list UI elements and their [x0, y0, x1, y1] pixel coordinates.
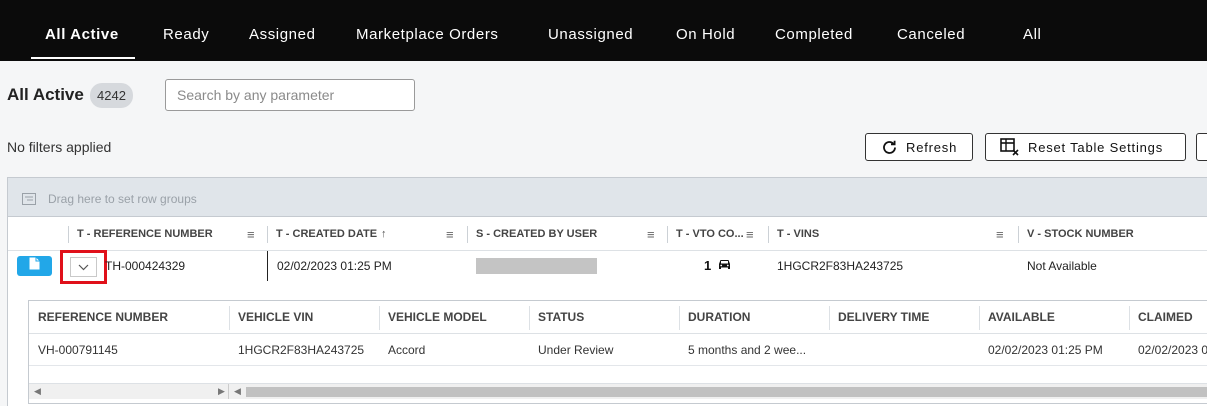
more-button[interactable]: [1196, 133, 1207, 161]
table-reset-icon: [1000, 138, 1020, 156]
detail-cell-available: 02/02/2023 01:25 PM: [988, 343, 1103, 357]
refresh-button[interactable]: Refresh: [865, 133, 973, 161]
tab-ready[interactable]: Ready: [163, 0, 209, 61]
count-badge: 4242: [90, 83, 133, 108]
tab-completed[interactable]: Completed: [775, 0, 853, 61]
car-icon: [711, 251, 732, 281]
column-header-label: T - VINS: [777, 228, 820, 240]
reset-table-settings-button[interactable]: Reset Table Settings: [985, 133, 1186, 161]
tab-unassigned[interactable]: Unassigned: [548, 0, 633, 61]
tab-assigned[interactable]: Assigned: [249, 0, 316, 61]
pinned-scroll-area: ◀ ▶: [29, 384, 229, 399]
column-menu-icon[interactable]: ≡: [247, 218, 255, 251]
detail-cell-vehicle-vin: 1HGCR2F83HA243725: [238, 343, 365, 357]
chevron-down-icon: [78, 258, 89, 276]
tab-on-hold[interactable]: On Hold: [676, 0, 735, 61]
detail-column-vehicle-vin[interactable]: VEHICLE VIN: [229, 301, 313, 334]
detail-column-reference-number[interactable]: REFERENCE NUMBER: [29, 301, 168, 334]
sort-ascending-icon: ↑: [381, 228, 387, 240]
refresh-icon: [881, 139, 898, 156]
cell-vto-count: 1: [704, 251, 732, 281]
column-header-label: T - CREATED DATE: [276, 228, 378, 240]
scroll-right-icon[interactable]: ▶: [218, 386, 225, 397]
cell-vins: 1HGCR2F83HA243725: [777, 259, 904, 273]
detail-header: REFERENCE NUMBER VEHICLE VIN VEHICLE MOD…: [29, 301, 1207, 334]
column-menu-icon[interactable]: ≡: [647, 218, 655, 251]
detail-cell-vehicle-model: Accord: [388, 343, 426, 357]
detail-column-available[interactable]: AVAILABLE: [979, 301, 1055, 334]
column-header-vto-count[interactable]: T - VTO CO...: [668, 218, 744, 251]
document-icon: [29, 257, 40, 275]
expand-row-inner: [70, 257, 97, 277]
document-button[interactable]: [17, 256, 52, 276]
column-header-stock-number[interactable]: V - STOCK NUMBER: [1019, 218, 1134, 251]
row-group-icon: [22, 192, 36, 210]
scrollbar-thumb[interactable]: [246, 387, 1207, 397]
column-header-label: S - CREATED BY USER: [476, 228, 598, 240]
cell-created-date: 02/02/2023 01:25 PM: [277, 259, 392, 273]
detail-cell-delivery-time: [829, 334, 838, 366]
column-header-vins[interactable]: T - VINS: [769, 218, 819, 251]
grid-header: T - REFERENCE NUMBER ≡ T - CREATED DATE ↑…: [8, 218, 1207, 251]
tab-marketplace-orders[interactable]: Marketplace Orders: [356, 0, 499, 61]
vto-count-value: 1: [704, 258, 712, 273]
search-input[interactable]: [165, 79, 415, 111]
horizontal-scrollbar[interactable]: ◀ ▶ ◀: [29, 383, 1207, 399]
top-nav: All Active Ready Assigned Marketplace Or…: [0, 0, 1207, 61]
cell-stock-number: Not Available: [1027, 259, 1097, 273]
refresh-label: Refresh: [906, 139, 958, 155]
row-group-panel[interactable]: Drag here to set row groups: [8, 178, 1207, 217]
column-header-label: V - STOCK NUMBER: [1027, 228, 1134, 240]
orders-grid: Drag here to set row groups T - REFERENC…: [7, 177, 1207, 406]
detail-cell-reference-number: VH-000791145: [38, 343, 118, 357]
column-header-created-date[interactable]: T - CREATED DATE ↑: [268, 218, 387, 251]
expand-row-button[interactable]: [60, 250, 107, 284]
detail-column-claimed[interactable]: CLAIMED: [1129, 301, 1193, 334]
column-header-reference-number[interactable]: T - REFERENCE NUMBER: [69, 218, 213, 251]
row-group-hint: Drag here to set row groups: [48, 192, 197, 206]
column-header-label: T - REFERENCE NUMBER: [77, 228, 213, 240]
column-header-created-by-user[interactable]: S - CREATED BY USER: [468, 218, 597, 251]
page-title: All Active: [7, 85, 84, 104]
tab-all-active[interactable]: All Active: [31, 0, 135, 61]
detail-cell-status: Under Review: [538, 343, 614, 357]
column-menu-icon[interactable]: ≡: [446, 218, 454, 251]
cell-divider: [267, 251, 268, 281]
column-menu-icon[interactable]: ≡: [996, 218, 1004, 251]
detail-column-delivery-time[interactable]: DELIVERY TIME: [829, 301, 929, 334]
redacted-user: [476, 258, 597, 274]
detail-cell-claimed: 02/02/2023 0: [1138, 343, 1207, 357]
reset-table-settings-label: Reset Table Settings: [1028, 139, 1163, 155]
filters-status: No filters applied: [7, 139, 112, 155]
column-header-label: T - VTO CO...: [676, 228, 744, 240]
cell-reference-number: TH-000424329: [105, 259, 186, 273]
scroll-left-icon[interactable]: ◀: [234, 386, 241, 397]
detail-column-status[interactable]: STATUS: [529, 301, 584, 334]
detail-column-vehicle-model[interactable]: VEHICLE MODEL: [379, 301, 487, 334]
detail-grid: REFERENCE NUMBER VEHICLE VIN VEHICLE MOD…: [28, 300, 1207, 404]
detail-row[interactable]: VH-000791145 1HGCR2F83HA243725 Accord Un…: [29, 334, 1207, 366]
column-menu-icon[interactable]: ≡: [746, 218, 754, 251]
tab-all[interactable]: All: [1023, 0, 1041, 61]
detail-cell-duration: 5 months and 2 wee...: [688, 343, 807, 357]
tab-canceled[interactable]: Canceled: [897, 0, 965, 61]
scroll-left-icon[interactable]: ◀: [34, 386, 41, 397]
table-row[interactable]: TH-000424329 02/02/2023 01:25 PM 1 1HGCR…: [8, 250, 1207, 284]
detail-column-duration[interactable]: DURATION: [679, 301, 750, 334]
